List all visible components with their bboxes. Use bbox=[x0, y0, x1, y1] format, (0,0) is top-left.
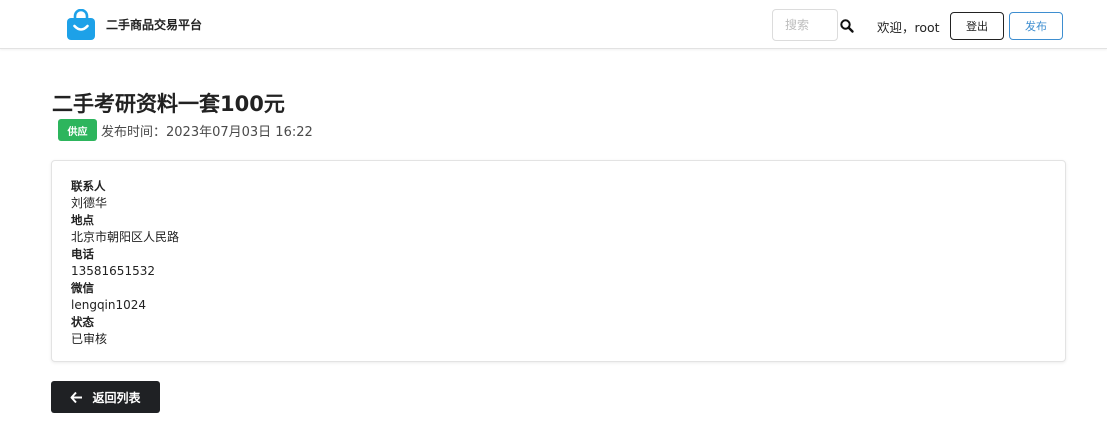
phone-field: 电话 13581651532 bbox=[71, 246, 1046, 280]
location-field: 地点 北京市朝阳区人民路 bbox=[71, 212, 1046, 246]
top-navbar: 二手商品交易平台 欢迎，root 登出 发布 bbox=[0, 0, 1107, 49]
publish-button-label: 发布 bbox=[1025, 20, 1047, 33]
wechat-field: 微信 lengqin1024 bbox=[71, 280, 1046, 314]
field-value: 北京市朝阳区人民路 bbox=[71, 230, 180, 244]
field-value: lengqin1024 bbox=[71, 298, 147, 312]
field-label: 电话 bbox=[71, 247, 94, 261]
field-label: 状态 bbox=[71, 315, 94, 329]
logout-button[interactable]: 登出 bbox=[950, 12, 1004, 40]
logout-button-label: 登出 bbox=[966, 20, 988, 33]
field-label: 微信 bbox=[71, 281, 94, 295]
field-value: 已审核 bbox=[71, 332, 108, 346]
details-panel: 联系人 刘德华 地点 北京市朝阳区人民路 电话 13581651532 微信 l… bbox=[51, 160, 1066, 362]
search-icon[interactable] bbox=[839, 18, 855, 34]
post-meta: 供应 发布时间：2023年07月03日 16:22 bbox=[58, 119, 313, 141]
arrow-left-icon bbox=[70, 391, 83, 403]
shopping-bag-icon bbox=[67, 9, 95, 40]
field-value: 13581651532 bbox=[71, 264, 155, 278]
welcome-text: 欢迎，root bbox=[877, 20, 940, 35]
back-to-list-button[interactable]: 返回列表 bbox=[51, 381, 160, 413]
status-field: 状态 已审核 bbox=[71, 314, 1046, 348]
field-label: 地点 bbox=[71, 213, 94, 227]
page-title: 二手考研资料一套100元 bbox=[52, 92, 285, 116]
contact-field: 联系人 刘德华 bbox=[71, 178, 1046, 212]
brand[interactable]: 二手商品交易平台 bbox=[66, 9, 202, 41]
search-input[interactable] bbox=[772, 9, 838, 41]
field-label: 联系人 bbox=[71, 179, 106, 193]
publish-button[interactable]: 发布 bbox=[1009, 12, 1063, 40]
brand-name: 二手商品交易平台 bbox=[106, 17, 203, 32]
field-value: 刘德华 bbox=[71, 196, 108, 210]
back-button-label: 返回列表 bbox=[92, 390, 141, 405]
publish-time: 发布时间：2023年07月03日 16:22 bbox=[101, 124, 313, 140]
supply-tag: 供应 bbox=[58, 119, 97, 141]
